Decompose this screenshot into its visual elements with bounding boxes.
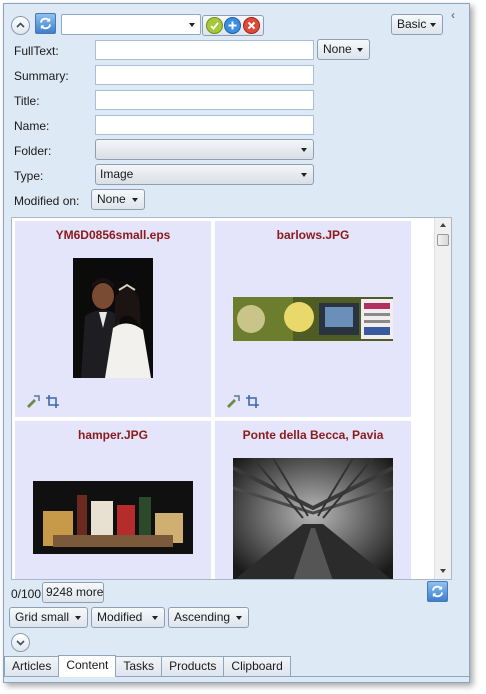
- type-value: Image: [100, 167, 134, 181]
- collapse-panel-icon[interactable]: ‹: [451, 9, 461, 21]
- tab-tasks[interactable]: Tasks: [115, 656, 163, 676]
- chevron-up-circle-icon[interactable]: [11, 16, 30, 35]
- result-card[interactable]: YM6D0856small.eps: [15, 221, 211, 417]
- type-label: Type:: [14, 169, 44, 183]
- scroll-up-icon[interactable]: [440, 223, 446, 227]
- chevron-down-icon: [132, 198, 138, 202]
- chevron-down-icon: [236, 616, 242, 620]
- edit-image-icon[interactable]: [25, 394, 40, 409]
- tab-products[interactable]: Products: [161, 656, 225, 676]
- sort-order-dropdown[interactable]: Ascending: [168, 607, 249, 628]
- scroll-down-icon[interactable]: [440, 569, 446, 573]
- saved-query-combo[interactable]: [61, 14, 201, 35]
- edit-image-icon[interactable]: [225, 394, 240, 409]
- sort-order-label: Ascending: [174, 610, 231, 624]
- refresh-icon: [431, 585, 444, 598]
- results-scrollbar[interactable]: [434, 218, 451, 579]
- tab-articles[interactable]: Articles: [4, 656, 60, 676]
- fulltext-scope-label: None: [323, 42, 352, 56]
- chevron-down-icon: [430, 23, 436, 27]
- wedding-couple-thumbnail[interactable]: [73, 258, 153, 378]
- gift-hamper-thumbnail[interactable]: [33, 481, 193, 554]
- chevron-down-circle-icon[interactable]: [11, 633, 30, 652]
- view-mode-dropdown[interactable]: Grid small: [9, 607, 88, 628]
- content-search-panel: ‹ Basic FullText: None Summary: Title: N…: [3, 3, 470, 683]
- card-tools: [25, 394, 60, 409]
- title-label: Title:: [14, 94, 40, 108]
- result-title: YM6D0856small.eps: [55, 228, 171, 242]
- summary-input[interactable]: [95, 65, 314, 85]
- result-title: hamper.JPG: [77, 428, 149, 442]
- fulltext-scope-dropdown[interactable]: None: [317, 39, 370, 60]
- chevron-down-icon: [189, 23, 195, 27]
- banner-advert-thumbnail[interactable]: [233, 297, 393, 341]
- card-tools: [225, 394, 260, 409]
- remove-icon[interactable]: [243, 17, 261, 34]
- chevron-down-icon: [301, 173, 307, 177]
- chevron-down-icon: [301, 148, 307, 152]
- modified-on-dropdown[interactable]: None: [91, 189, 145, 210]
- summary-label: Summary:: [14, 69, 69, 83]
- result-title: barlows.JPG: [276, 228, 350, 242]
- plus-icon[interactable]: [224, 17, 242, 34]
- chevron-down-icon: [75, 616, 81, 620]
- chevron-down-icon: [357, 48, 363, 52]
- name-label: Name:: [14, 119, 50, 133]
- load-more-button[interactable]: 9248 more: [42, 582, 104, 603]
- modified-on-label: Modified on:: [14, 194, 80, 208]
- sort-field-label: Modified: [97, 610, 143, 624]
- results-refresh-button[interactable]: [427, 581, 448, 602]
- folder-dropdown[interactable]: [95, 139, 314, 160]
- refresh-button[interactable]: [35, 13, 56, 34]
- chevron-down-icon: [152, 616, 158, 620]
- crop-icon[interactable]: [45, 394, 60, 409]
- fulltext-input[interactable]: [95, 40, 314, 60]
- title-input[interactable]: [95, 90, 314, 110]
- name-input[interactable]: [95, 115, 314, 135]
- result-card[interactable]: Ponte della Becca, Pavia: [215, 421, 411, 580]
- refresh-icon: [39, 17, 52, 30]
- query-action-group: [202, 15, 264, 36]
- bridge-thumbnail[interactable]: [233, 458, 393, 580]
- tab-content[interactable]: Content: [58, 655, 117, 677]
- check-icon[interactable]: [205, 17, 223, 34]
- load-more-label: 9248 more: [46, 585, 104, 599]
- crop-icon[interactable]: [245, 394, 260, 409]
- view-mode-label: Grid small: [15, 610, 70, 624]
- result-card[interactable]: hamper.JPG: [15, 421, 211, 579]
- scroll-thumb[interactable]: [437, 234, 449, 246]
- tab-clipboard[interactable]: Clipboard: [223, 656, 291, 676]
- modified-on-value: None: [97, 192, 126, 206]
- folder-label: Folder:: [14, 144, 52, 158]
- bottom-tab-strip: Articles Content Tasks Products Clipboar…: [4, 655, 291, 677]
- search-mode-label: Basic: [397, 17, 427, 31]
- search-mode-button[interactable]: Basic: [391, 14, 443, 35]
- sort-field-dropdown[interactable]: Modified: [91, 607, 165, 628]
- results-grid: YM6D0856small.eps barlows.JPG hamper.JPG…: [11, 217, 452, 580]
- result-count: 0/100: [11, 587, 42, 601]
- type-dropdown[interactable]: Image: [95, 164, 314, 185]
- result-title: Ponte della Becca, Pavia: [242, 428, 384, 442]
- result-card[interactable]: barlows.JPG: [215, 221, 411, 417]
- fulltext-label: FullText:: [14, 44, 59, 58]
